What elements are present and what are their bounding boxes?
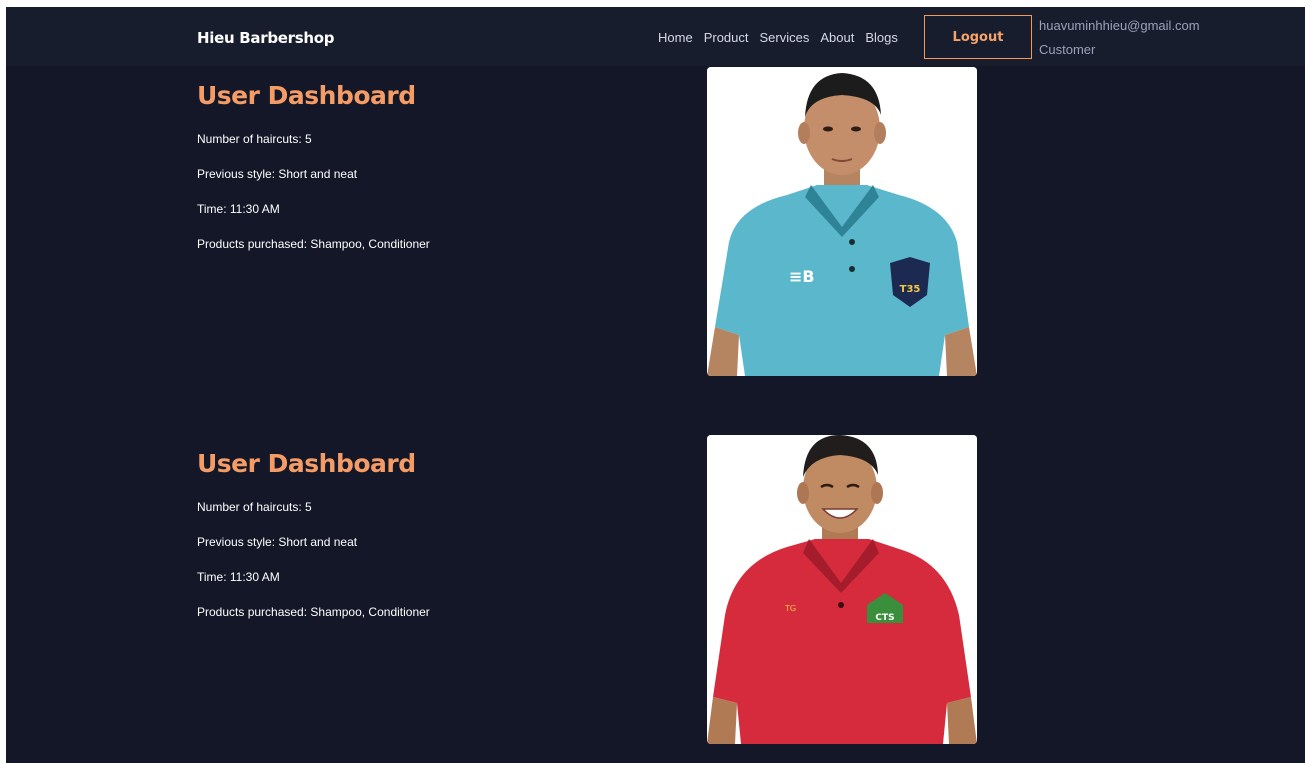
haircut-count: Number of haircuts: 5 <box>197 132 312 146</box>
customer-portrait-image: ≡B T35 <box>707 67 977 376</box>
dashboard-section: User Dashboard Number of haircuts: 5 Pre… <box>6 435 1305 755</box>
dashboard-section: User Dashboard Number of haircuts: 5 Pre… <box>6 67 1305 387</box>
products-purchased: Products purchased: Shampoo, Conditioner <box>197 605 430 619</box>
nav-about-link[interactable]: About <box>820 30 854 45</box>
nav-home-link[interactable]: Home <box>658 30 693 45</box>
haircut-count: Number of haircuts: 5 <box>197 500 312 514</box>
nav-product-link[interactable]: Product <box>704 30 749 45</box>
logout-button[interactable]: Logout <box>924 15 1032 59</box>
appointment-time: Time: 11:30 AM <box>197 202 280 216</box>
user-role: Customer <box>1039 42 1096 57</box>
top-navbar: Hieu Barbershop Home Product Services Ab… <box>6 7 1305 66</box>
nav-blogs-link[interactable]: Blogs <box>865 30 898 45</box>
previous-style: Previous style: Short and neat <box>197 535 358 549</box>
nav-services-link[interactable]: Services <box>760 30 810 45</box>
customer-photo: TG CTS <box>707 435 977 744</box>
svg-text:≡B: ≡B <box>789 267 815 286</box>
appointment-time: Time: 11:30 AM <box>197 570 280 584</box>
products-purchased: Products purchased: Shampoo, Conditioner <box>197 237 430 251</box>
badge-text: T35 <box>900 284 921 295</box>
main-nav: Home Product Services About Blogs <box>658 30 898 45</box>
dashboard-title: User Dashboard <box>197 449 416 478</box>
customer-portrait-image: TG CTS <box>707 435 977 744</box>
user-email: huavuminhhieu@gmail.com <box>1039 18 1200 33</box>
brand-logo[interactable]: Hieu Barbershop <box>197 29 334 47</box>
customer-photo: ≡B T35 <box>707 67 977 376</box>
previous-style: Previous style: Short and neat <box>197 167 358 181</box>
svg-text:TG: TG <box>784 604 796 613</box>
dashboard-title: User Dashboard <box>197 81 416 110</box>
shirt-shape <box>713 539 971 744</box>
shirt-shape <box>715 185 969 376</box>
page-viewport: Hieu Barbershop Home Product Services Ab… <box>6 7 1305 763</box>
badge-text: CTS <box>875 613 894 623</box>
